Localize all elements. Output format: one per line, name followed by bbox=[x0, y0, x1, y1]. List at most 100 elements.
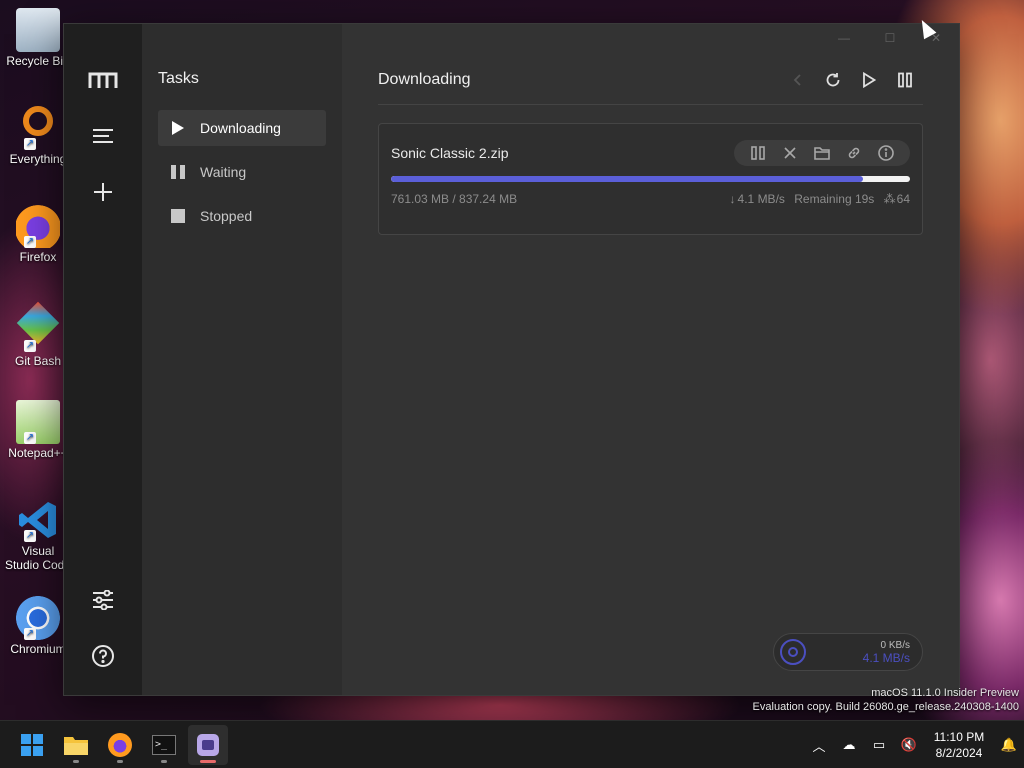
taskbar: >_ ︿ ☁ ▭ 🔇 11:10 PM 8/2/2024 🔔 bbox=[0, 720, 1024, 768]
sidebar-item-label: Downloading bbox=[200, 120, 281, 136]
shortcut-arrow-icon: ↗ bbox=[24, 236, 36, 248]
help-icon[interactable] bbox=[88, 641, 118, 671]
connections-icon: ⁂ bbox=[883, 192, 896, 206]
toolbar bbox=[779, 68, 923, 92]
file-explorer-icon[interactable] bbox=[56, 725, 96, 765]
shortcut-arrow-icon: ↗ bbox=[24, 530, 36, 542]
shortcut-arrow-icon: ↗ bbox=[24, 432, 36, 444]
recycle-bin-icon bbox=[16, 8, 60, 52]
nav-rail bbox=[64, 24, 142, 695]
desktop-icon-label: Git Bash bbox=[14, 354, 62, 368]
running-indicator bbox=[200, 759, 216, 763]
resume-all-icon[interactable] bbox=[851, 68, 887, 92]
network-icon[interactable]: ▭ bbox=[864, 737, 894, 753]
sidebar-item-stopped[interactable]: Stopped bbox=[158, 198, 326, 234]
pause-all-icon[interactable] bbox=[887, 68, 923, 92]
main-header: Downloading bbox=[378, 70, 923, 90]
terminal-icon[interactable]: >_ bbox=[144, 725, 184, 765]
page-title: Downloading bbox=[378, 71, 471, 88]
motrix-icon[interactable] bbox=[188, 724, 228, 765]
notification-bell-icon[interactable]: 🔔 bbox=[994, 737, 1024, 753]
desktop-icon-notepad-plus-plus[interactable]: ↗ Notepad++ bbox=[4, 400, 72, 460]
sidebar-title: Tasks bbox=[158, 70, 199, 87]
chromium-icon: ↗ bbox=[16, 596, 60, 640]
volume-muted-icon[interactable]: 🔇 bbox=[894, 737, 924, 753]
running-indicator bbox=[161, 759, 167, 763]
desktop-icon-label: Everything bbox=[9, 152, 67, 166]
task-meta: 761.03 MB / 837.24 MB ↓ 4.1 MB/s Remainin… bbox=[391, 192, 910, 206]
running-indicator bbox=[117, 759, 123, 763]
app-logo-icon bbox=[88, 65, 118, 95]
desktop-icon-vscode[interactable]: ↗ Visual Studio Code bbox=[4, 498, 72, 572]
desktop-icon-chromium[interactable]: ↗ Chromium bbox=[4, 596, 72, 656]
close-icon[interactable] bbox=[774, 140, 806, 166]
pause-icon[interactable] bbox=[742, 140, 774, 166]
minimize-icon[interactable]: — bbox=[821, 24, 867, 52]
header-divider bbox=[378, 104, 923, 105]
task-actions bbox=[734, 140, 910, 166]
add-task-icon[interactable] bbox=[88, 177, 118, 207]
desktop-icon-label: Recycle Bin bbox=[6, 54, 70, 68]
preferences-icon[interactable] bbox=[88, 585, 118, 615]
link-icon[interactable] bbox=[838, 140, 870, 166]
chevron-up-icon[interactable]: ︿ bbox=[804, 736, 834, 755]
os-watermark: macOS 11.1.0 Insider Preview Evaluation … bbox=[753, 686, 1019, 714]
desktop-icon-firefox[interactable]: ↗ Firefox bbox=[4, 204, 72, 264]
clock[interactable]: 11:10 PM 8/2/2024 bbox=[924, 729, 994, 761]
refresh-icon[interactable] bbox=[815, 68, 851, 92]
sidebar-item-downloading[interactable]: Downloading bbox=[158, 110, 326, 146]
shortcut-arrow-icon: ↗ bbox=[24, 138, 36, 150]
clock-time: 11:10 PM bbox=[933, 730, 985, 744]
task-filter-list: Downloading Waiting Stopped bbox=[142, 110, 342, 234]
play-icon bbox=[170, 121, 186, 135]
desktop-icon-label: Visual Studio Code bbox=[4, 544, 72, 572]
firefox-icon: ↗ bbox=[16, 204, 60, 248]
stop-icon bbox=[170, 209, 186, 223]
task-size: 761.03 MB / 837.24 MB bbox=[391, 192, 518, 206]
desktop-icon-label: Firefox bbox=[19, 250, 57, 264]
task-speed: 4.1 MB/s bbox=[737, 192, 785, 206]
task-stats: ↓ 4.1 MB/s Remaining 19s ⁂64 bbox=[724, 192, 910, 206]
info-icon[interactable] bbox=[870, 140, 902, 166]
git-bash-icon: ↗ bbox=[16, 301, 60, 352]
sidebar-item-waiting[interactable]: Waiting bbox=[158, 154, 326, 190]
desktop-icon-recycle-bin[interactable]: Recycle Bin bbox=[4, 8, 72, 68]
progress-fill bbox=[391, 176, 863, 182]
watermark-line-2: Evaluation copy. Build 26080.ge_release.… bbox=[752, 701, 1019, 713]
desktop-icon-label: Notepad++ bbox=[8, 446, 68, 460]
desktop-icon-everything[interactable]: ↗ Everything bbox=[4, 106, 72, 166]
progress-bar bbox=[391, 176, 910, 182]
vscode-icon: ↗ bbox=[16, 498, 60, 542]
sidebar-item-label: Waiting bbox=[200, 164, 247, 180]
task-remaining: Remaining 19s bbox=[794, 192, 875, 206]
download-speed: 4.1 MB/s bbox=[862, 651, 910, 665]
folder-icon[interactable] bbox=[806, 140, 838, 166]
speedometer-values: 0 KB/s 4.1 MB/s bbox=[806, 639, 910, 665]
task-connections: 64 bbox=[896, 192, 910, 206]
desktop-icon-git-bash[interactable]: ↗ Git Bash bbox=[4, 301, 72, 368]
maximize-icon[interactable]: ☐ bbox=[867, 24, 913, 52]
clock-date: 8/2/2024 bbox=[935, 746, 983, 760]
firefox-icon[interactable] bbox=[100, 725, 140, 765]
back-icon[interactable] bbox=[779, 68, 815, 92]
task-item[interactable]: Sonic Classic 2.zip 761.03 MB / 837.24 M… bbox=[378, 123, 923, 235]
cloud-offline-icon[interactable]: ☁ bbox=[834, 737, 864, 753]
main-panel: Downloading Sonic Classic 2.zip 761.03 M… bbox=[342, 24, 959, 695]
watermark-line-1: macOS 11.1.0 Insider Preview bbox=[871, 687, 1019, 699]
sidebar-item-label: Stopped bbox=[200, 208, 253, 224]
tasks-sidebar: Tasks Downloading Waiting Stopped bbox=[142, 24, 342, 695]
task-filename: Sonic Classic 2.zip bbox=[391, 145, 509, 161]
windows-start-icon[interactable] bbox=[12, 725, 52, 765]
shortcut-arrow-icon: ↗ bbox=[24, 340, 36, 352]
pause-icon bbox=[170, 165, 186, 179]
system-tray: ︿ ☁ ▭ 🔇 11:10 PM 8/2/2024 🔔 bbox=[804, 721, 1024, 768]
app-window: Tasks Downloading Waiting Stopped Downlo… bbox=[64, 24, 959, 695]
running-indicator bbox=[73, 759, 79, 763]
notepad-plus-plus-icon: ↗ bbox=[16, 400, 60, 444]
window-controls: — ☐ ✕ bbox=[821, 24, 959, 52]
everything-icon: ↗ bbox=[16, 106, 60, 150]
speedometer-icon bbox=[780, 639, 806, 665]
download-arrow-icon: ↓ bbox=[729, 192, 736, 206]
menu-icon[interactable] bbox=[88, 121, 118, 151]
speedometer[interactable]: 0 KB/s 4.1 MB/s bbox=[773, 633, 923, 671]
